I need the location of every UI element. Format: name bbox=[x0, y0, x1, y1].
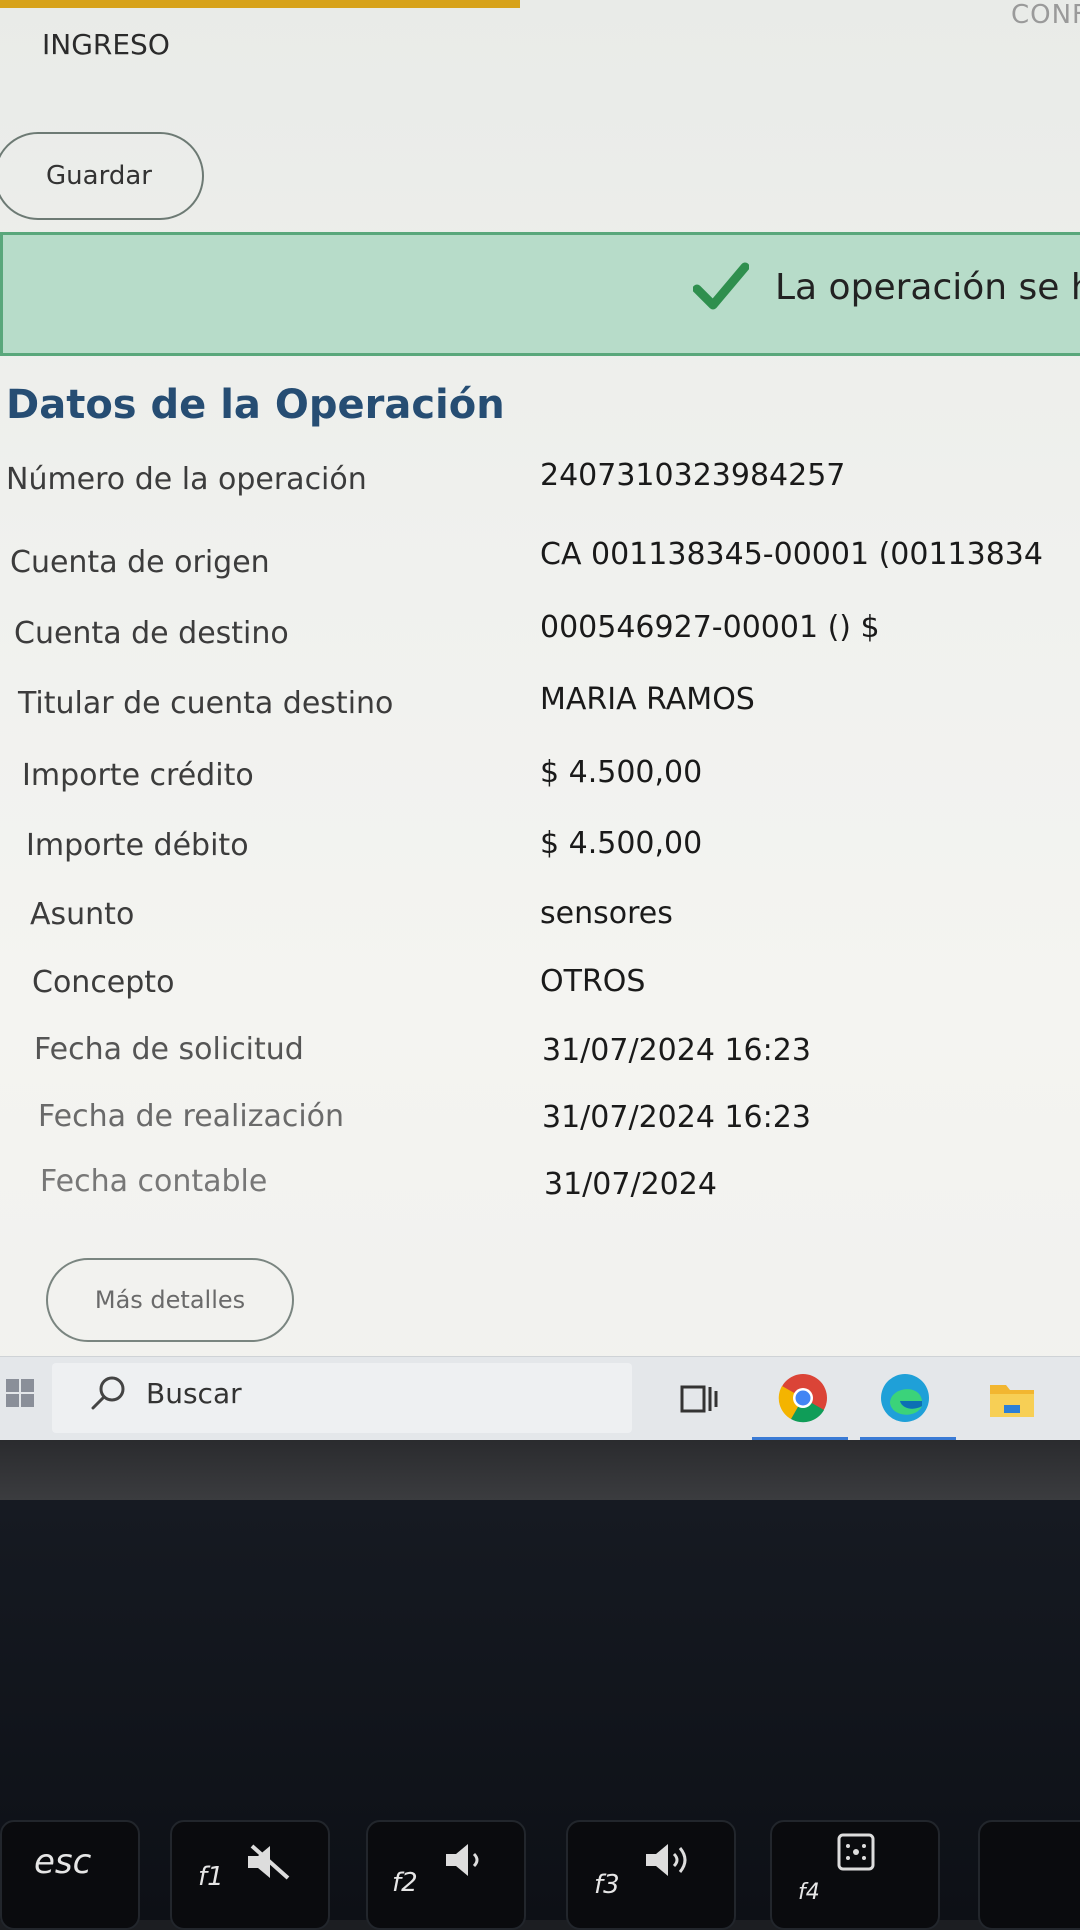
detail-value: $ 4.500,00 bbox=[540, 826, 703, 861]
keyboard-backlight-icon bbox=[837, 1833, 875, 1871]
detail-value: 31/07/2024 bbox=[544, 1167, 717, 1202]
detail-label: Fecha contable bbox=[40, 1164, 268, 1199]
key-f1-label: f1 bbox=[198, 1862, 224, 1892]
mute-icon bbox=[248, 1844, 290, 1880]
detail-label: Cuenta de destino bbox=[14, 616, 289, 651]
detail-value: 2407310323984257 bbox=[540, 458, 846, 493]
top-accent-strip bbox=[0, 0, 520, 8]
key-f3: f3 bbox=[566, 1820, 736, 1930]
detail-value: OTROS bbox=[540, 964, 646, 999]
detail-label: Cuenta de origen bbox=[10, 545, 270, 580]
detail-value: 000546927-00001 () $ bbox=[540, 610, 880, 645]
section-title: Datos de la Operación bbox=[6, 382, 505, 428]
detail-label: Asunto bbox=[30, 897, 135, 932]
search-icon bbox=[91, 1376, 125, 1410]
volume-up-icon bbox=[646, 1844, 687, 1876]
check-icon bbox=[693, 262, 749, 310]
header-right-text: CONF bbox=[1010, 0, 1080, 30]
key-esc: esc bbox=[0, 1820, 140, 1930]
detail-label: Titular de cuenta destino bbox=[18, 686, 394, 721]
taskbar-search-box[interactable] bbox=[52, 1363, 632, 1433]
detail-label: Número de la operación bbox=[6, 462, 367, 497]
detail-value: 31/07/2024 16:23 bbox=[542, 1100, 811, 1135]
success-banner: La operación se ha bbox=[0, 232, 1080, 356]
edge-icon[interactable] bbox=[880, 1373, 930, 1423]
taskbar-search-placeholder: Buscar bbox=[146, 1377, 242, 1410]
detail-label: Concepto bbox=[32, 965, 175, 1000]
detail-label: Importe crédito bbox=[22, 758, 254, 793]
key-f2: f2 bbox=[366, 1820, 526, 1930]
key-f4: f4 bbox=[770, 1820, 940, 1930]
key-esc-label: esc bbox=[34, 1842, 92, 1882]
volume-down-icon bbox=[446, 1844, 479, 1876]
windows-start-icon[interactable] bbox=[4, 1377, 36, 1409]
detail-value: sensores bbox=[540, 896, 673, 931]
detail-value: CA 001138345-00001 (00113834 bbox=[540, 537, 1043, 572]
key-f5 bbox=[978, 1820, 1080, 1930]
detail-value: 31/07/2024 16:23 bbox=[542, 1033, 811, 1068]
key-f4-label: f4 bbox=[798, 1880, 820, 1905]
detail-label: Fecha de realización bbox=[38, 1099, 345, 1134]
detail-value: MARIA RAMOS bbox=[540, 682, 755, 717]
key-f2-label: f2 bbox=[392, 1868, 418, 1898]
detail-label: Fecha de solicitud bbox=[34, 1032, 304, 1067]
detail-value: $ 4.500,00 bbox=[540, 755, 703, 790]
detail-label: Importe débito bbox=[26, 828, 249, 863]
success-message: La operación se ha bbox=[775, 267, 1080, 308]
more-details-button[interactable]: Más detalles bbox=[46, 1258, 294, 1342]
task-view-icon[interactable] bbox=[676, 1377, 720, 1421]
save-button[interactable]: Guardar bbox=[0, 132, 204, 220]
file-explorer-icon[interactable] bbox=[988, 1379, 1036, 1419]
page-header-title: INGRESO bbox=[42, 28, 170, 61]
key-f3-label: f3 bbox=[594, 1870, 620, 1900]
windows-taskbar: Buscar bbox=[0, 1356, 1080, 1440]
key-f1: f1 bbox=[170, 1820, 330, 1930]
chrome-icon[interactable] bbox=[778, 1373, 828, 1423]
laptop-bezel bbox=[0, 1440, 1080, 1500]
browser-screen: INGRESO CONF Guardar La operación se ha … bbox=[0, 0, 1080, 1440]
